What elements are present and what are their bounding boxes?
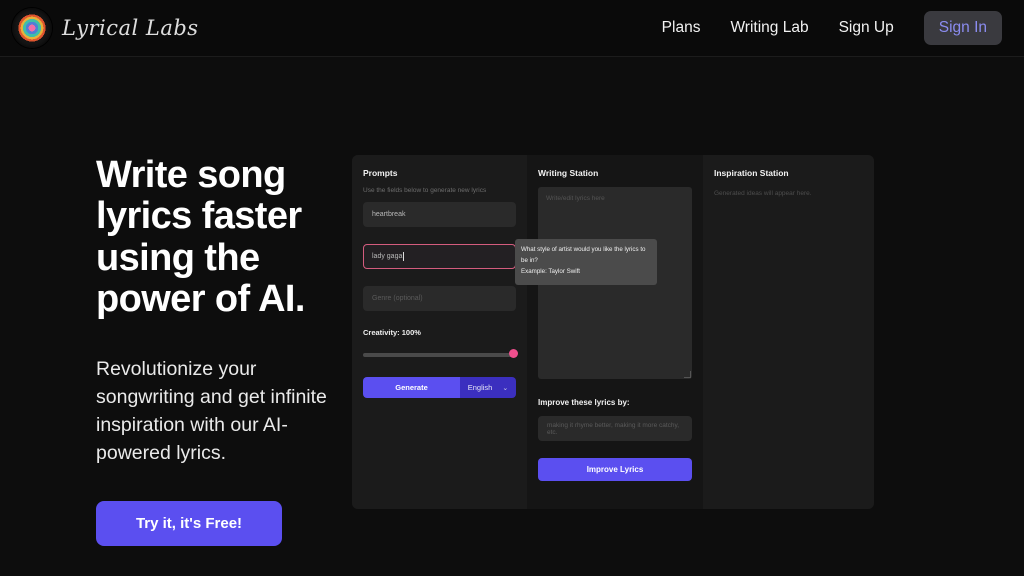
generate-button[interactable]: Generate — [363, 377, 460, 398]
generate-row: Generate English ⌄ — [363, 377, 516, 398]
genre-input[interactable]: Genre (optional) — [363, 286, 516, 311]
slider-track — [363, 353, 516, 357]
lyrics-textarea[interactable]: Write/edit lyrics here — [538, 187, 692, 379]
app-preview-panel: Prompts Use the fields below to generate… — [352, 155, 874, 509]
text-caret — [403, 252, 404, 261]
top-navbar: Lyrical Labs Plans Writing Lab Sign Up S… — [0, 0, 1024, 57]
nav-link-sign-up[interactable]: Sign Up — [839, 19, 894, 37]
resize-handle[interactable] — [684, 371, 691, 378]
writing-station-column: Writing Station Write/edit lyrics here I… — [527, 155, 703, 509]
creativity-label: Creativity: 100% — [363, 328, 516, 337]
chevron-down-icon: ⌄ — [502, 384, 508, 392]
topic-input[interactable]: heartbreak — [363, 202, 516, 227]
language-select-value: English — [468, 383, 493, 392]
hero-section: Write song lyrics faster using the power… — [96, 155, 356, 546]
lyrics-textarea-placeholder: Write/edit lyrics here — [546, 195, 605, 202]
brand-logo[interactable]: Lyrical Labs — [12, 8, 199, 48]
improve-lyrics-button[interactable]: Improve Lyrics — [538, 458, 692, 481]
hero-heading: Write song lyrics faster using the power… — [96, 155, 356, 321]
inspiration-station-column: Inspiration Station Generated ideas will… — [703, 155, 874, 509]
hero-subheading: Revolutionize your songwriting and get i… — [96, 355, 356, 467]
improve-lyrics-placeholder: making it rhyme better, making it more c… — [547, 422, 683, 436]
nav-links: Plans Writing Lab Sign Up Sign In — [662, 11, 1002, 45]
page-body: Write song lyrics faster using the power… — [0, 57, 1024, 576]
prompts-column: Prompts Use the fields below to generate… — [352, 155, 527, 509]
inspiration-station-title: Inspiration Station — [714, 168, 863, 178]
try-it-free-button[interactable]: Try it, it's Free! — [96, 501, 282, 546]
prompts-title: Prompts — [363, 168, 516, 178]
improve-lyrics-input[interactable]: making it rhyme better, making it more c… — [538, 416, 692, 441]
brand-name: Lyrical Labs — [62, 16, 199, 40]
improve-lyrics-label: Improve these lyrics by: — [538, 398, 692, 407]
nav-link-plans[interactable]: Plans — [662, 19, 701, 37]
nav-link-writing-lab[interactable]: Writing Lab — [730, 19, 808, 37]
genre-input-placeholder: Genre (optional) — [372, 295, 423, 302]
topic-input-value: heartbreak — [372, 211, 405, 218]
writing-station-title: Writing Station — [538, 168, 692, 178]
sign-in-button[interactable]: Sign In — [924, 11, 1002, 45]
inspiration-placeholder: Generated ideas will appear here. — [714, 190, 863, 197]
prompts-subtitle: Use the fields below to generate new lyr… — [363, 187, 516, 194]
artist-style-input[interactable]: lady gaga — [363, 244, 516, 269]
slider-thumb[interactable] — [509, 349, 518, 358]
language-select[interactable]: English ⌄ — [460, 377, 516, 398]
artist-style-input-value: lady gaga — [372, 253, 402, 260]
creativity-slider[interactable] — [363, 350, 516, 360]
vinyl-record-icon — [12, 8, 52, 48]
